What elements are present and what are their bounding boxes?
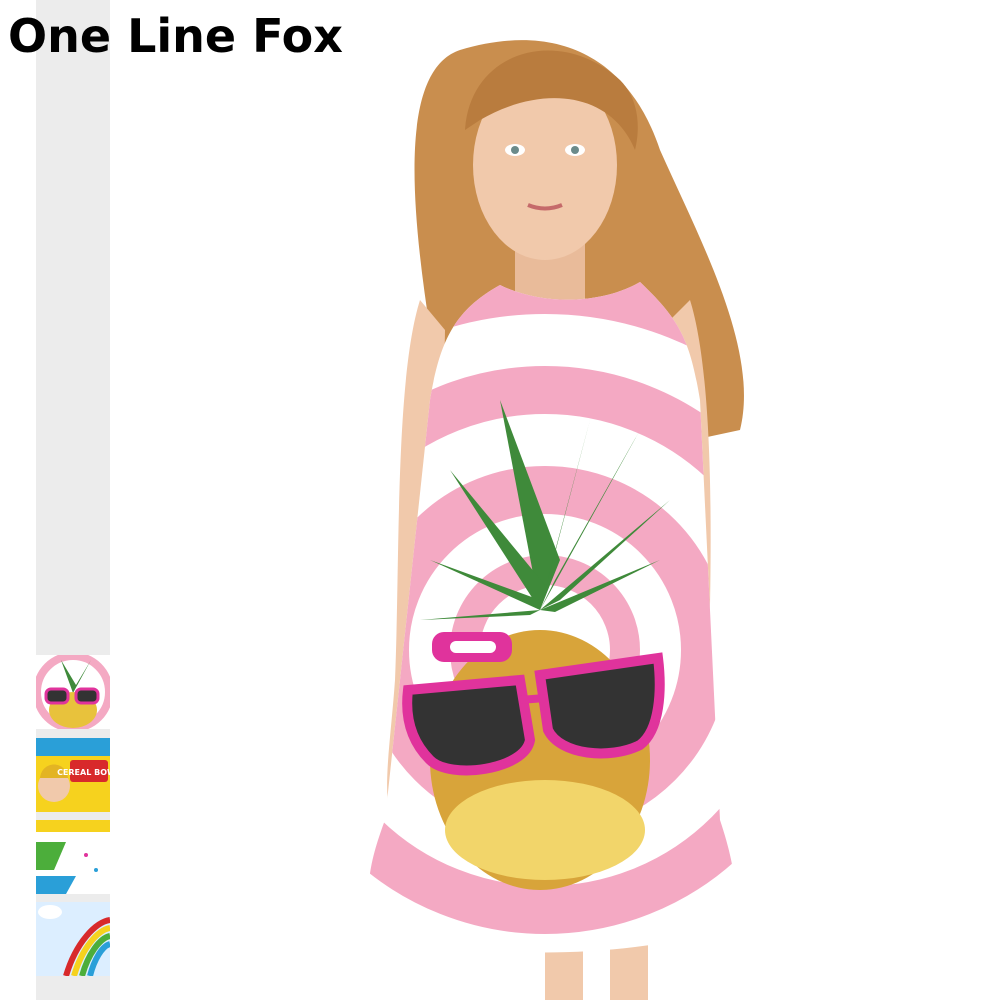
thumbnail-butterfly[interactable] bbox=[36, 820, 110, 894]
cereal-text: CEREAL BOWL bbox=[57, 768, 110, 777]
product-photo bbox=[368, 40, 744, 1000]
thumbnail-cereal-comic[interactable]: CEREAL BOWL bbox=[36, 738, 110, 812]
thumbnail-rainbow[interactable] bbox=[36, 902, 110, 976]
brand-title: One Line Fox bbox=[8, 9, 343, 63]
thumbnail-pineapple[interactable] bbox=[36, 655, 110, 729]
